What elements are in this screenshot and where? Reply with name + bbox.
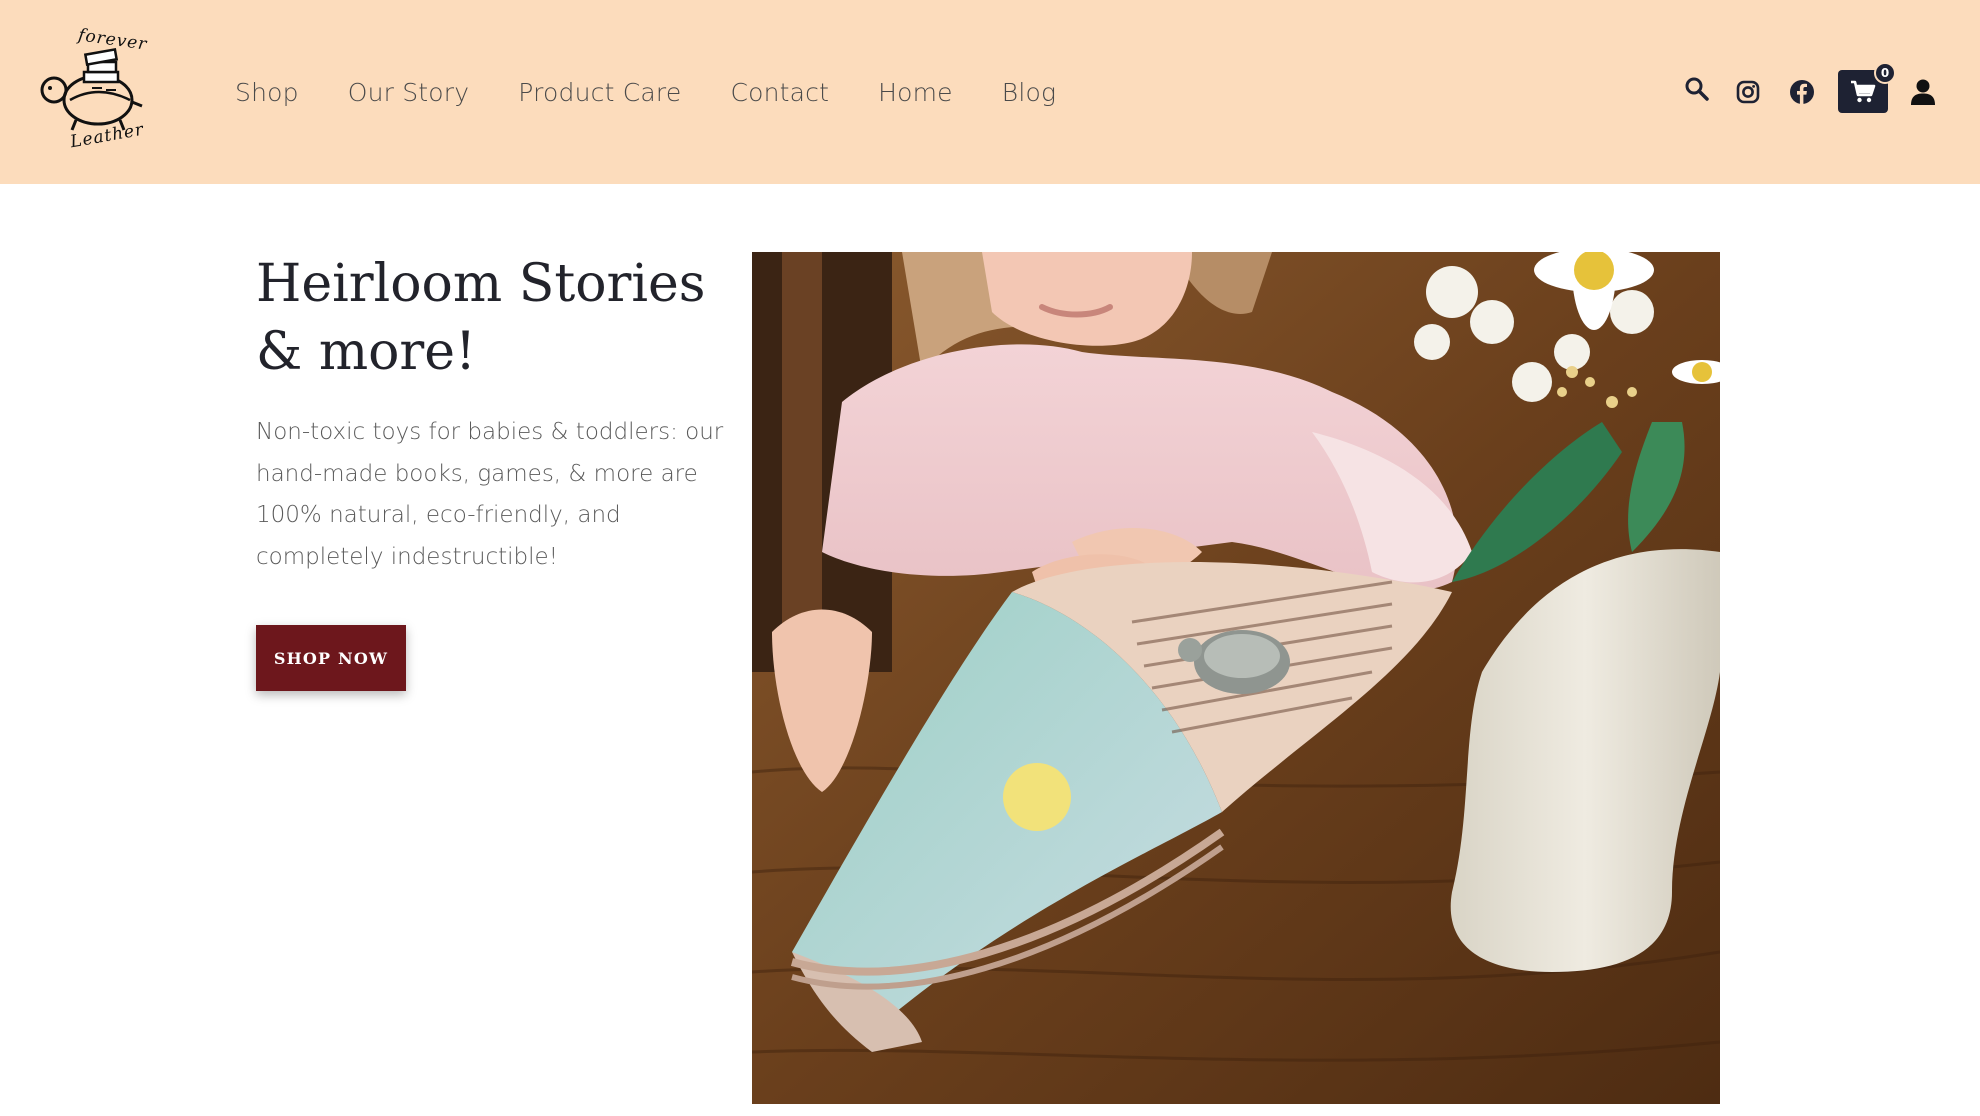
search-button[interactable]: [1682, 74, 1712, 104]
facebook-icon: [1790, 80, 1814, 104]
facebook-link[interactable]: [1788, 78, 1816, 106]
hero-description: Non-toxic toys for babies & toddlers: ou…: [256, 419, 724, 570]
nav-item-blog[interactable]: Blog: [1002, 78, 1056, 107]
nav-item-home[interactable]: Home: [878, 78, 953, 107]
account-icon: [1911, 79, 1935, 105]
instagram-icon: [1736, 80, 1760, 104]
nav-item-product-care[interactable]: Product Care: [518, 78, 681, 107]
nav-item-contact[interactable]: Contact: [730, 78, 829, 107]
cart-count-badge: 0: [1874, 62, 1896, 84]
main-nav: Shop Our Story Product Care Contact Home…: [235, 72, 1056, 112]
search-icon: [1685, 77, 1709, 101]
site-header: forever Leather Shop Our Story Product C…: [0, 0, 1980, 184]
instagram-link[interactable]: [1734, 78, 1762, 106]
nav-item-our-story[interactable]: Our Story: [348, 78, 470, 107]
hero-image: [752, 252, 1720, 1104]
site-logo[interactable]: forever Leather: [36, 25, 156, 156]
shop-now-button[interactable]: SHOP NOW: [256, 625, 406, 691]
account-button[interactable]: [1908, 76, 1938, 108]
hero-title: Heirloom Stories & more!: [256, 254, 706, 382]
cart-icon: [1851, 80, 1876, 102]
cart-button[interactable]: 0: [1838, 62, 1896, 113]
child-reading-book-photo: [752, 252, 1720, 1104]
nav-item-shop[interactable]: Shop: [235, 78, 299, 107]
